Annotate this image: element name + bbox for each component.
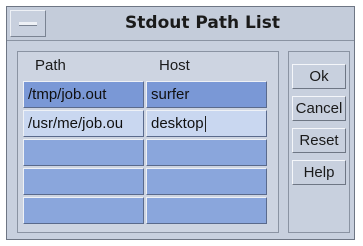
column-header-host: Host (159, 57, 190, 74)
window-menu-icon (19, 22, 37, 26)
path-cell[interactable]: /usr/me/job.ou (23, 110, 144, 137)
path-cell[interactable] (23, 139, 144, 166)
path-host-table: /tmp/job.out surfer /usr/me/job.ou deskt… (23, 81, 273, 226)
path-cell[interactable] (23, 197, 144, 224)
cancel-button[interactable]: Cancel (292, 96, 346, 121)
path-cell[interactable] (23, 168, 144, 195)
table-row: /usr/me/job.ou desktop (23, 110, 273, 139)
column-header-path: Path (35, 57, 66, 74)
title-bar: Stdout Path List (7, 7, 354, 41)
ok-button[interactable]: Ok (292, 64, 346, 89)
table-row: /tmp/job.out surfer (23, 81, 273, 110)
table-row (23, 139, 273, 168)
host-cell-editing[interactable]: desktop (146, 110, 267, 137)
window-menu-button[interactable] (10, 10, 46, 37)
host-cell[interactable] (146, 197, 267, 224)
reset-button[interactable]: Reset (292, 128, 346, 153)
host-cell[interactable]: surfer (146, 81, 267, 108)
window-title: Stdout Path List (125, 13, 280, 33)
path-cell[interactable]: /tmp/job.out (23, 81, 144, 108)
table-row (23, 197, 273, 226)
host-cell[interactable] (146, 168, 267, 195)
host-cell-text: desktop (151, 115, 204, 132)
host-cell[interactable] (146, 139, 267, 166)
path-list-panel: Path Host /tmp/job.out surfer /usr/me/jo… (17, 51, 279, 233)
stdout-path-list-dialog: Stdout Path List Path Host /tmp/job.out … (6, 6, 355, 240)
table-row (23, 168, 273, 197)
help-button[interactable]: Help (292, 160, 346, 185)
button-column: Ok Cancel Reset Help (288, 51, 350, 233)
text-cursor-icon (204, 116, 206, 133)
